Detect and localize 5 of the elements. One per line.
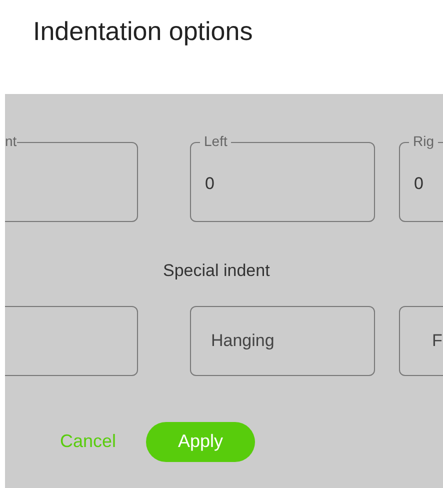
dialog-title: Indentation options bbox=[33, 15, 253, 48]
option-button[interactable]: Hanging bbox=[190, 306, 375, 376]
section-label: Special indent bbox=[163, 260, 270, 282]
option-button[interactable] bbox=[5, 306, 138, 376]
option-button[interactable]: F bbox=[399, 306, 443, 376]
